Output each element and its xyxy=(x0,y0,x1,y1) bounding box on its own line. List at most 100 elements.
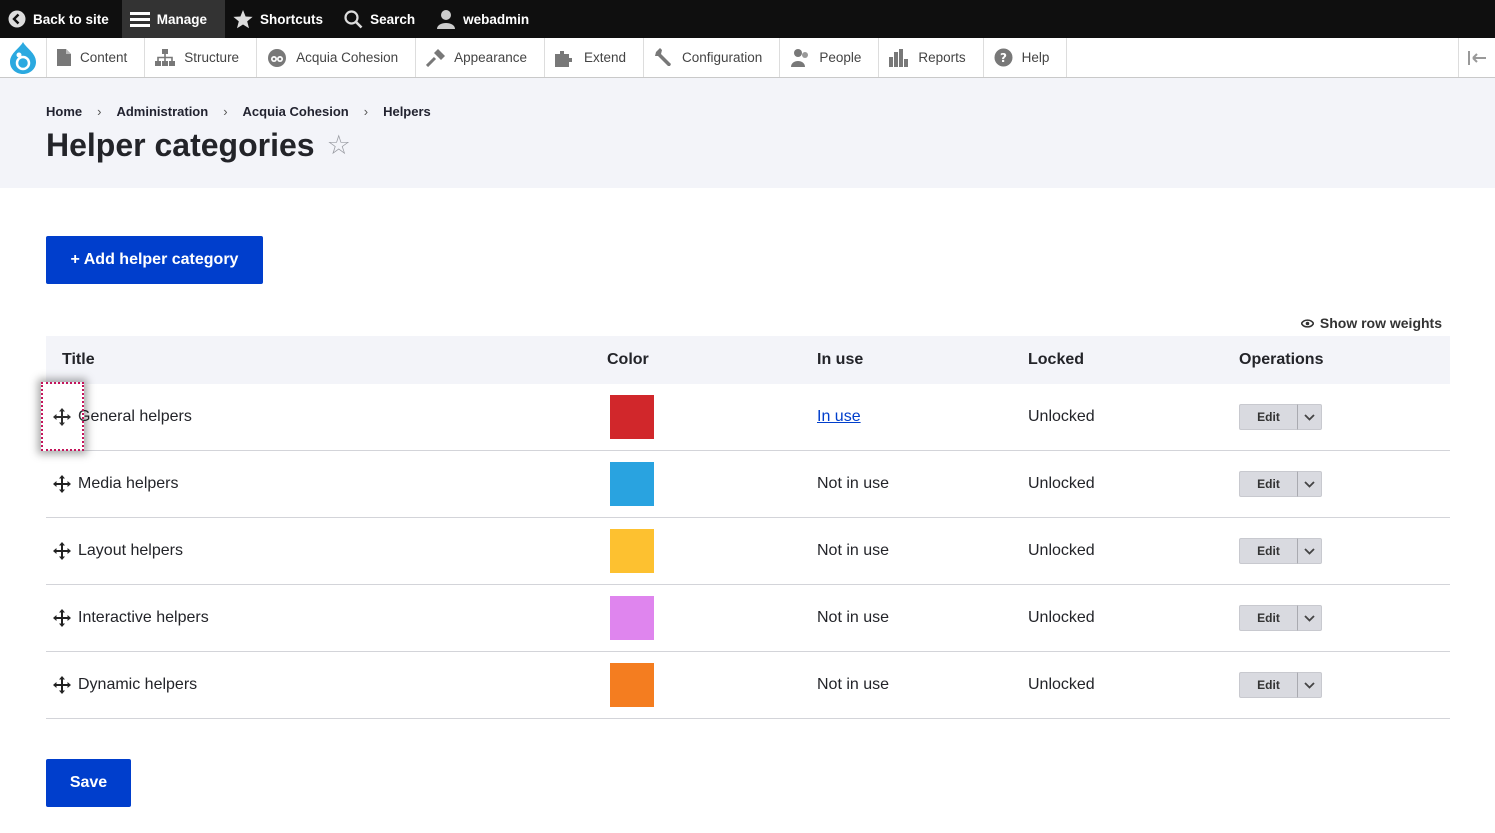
locked-status: Unlocked xyxy=(1028,676,1095,693)
menu-structure[interactable]: Structure xyxy=(145,38,258,77)
edit-button[interactable]: Edit xyxy=(1239,672,1297,698)
user-label: webadmin xyxy=(463,11,530,27)
edit-button[interactable]: Edit xyxy=(1239,538,1297,564)
drag-handle[interactable] xyxy=(52,608,72,628)
operations-toggle-button[interactable] xyxy=(1297,404,1322,430)
drag-handle-icon xyxy=(53,542,71,560)
operations-cell: Edit xyxy=(1239,404,1322,430)
operations-toggle-button[interactable] xyxy=(1297,672,1322,698)
table-row: General helpers In use Unlocked Edit xyxy=(46,384,1450,451)
chevron-down-icon xyxy=(1304,614,1315,622)
in-use-status: Not in use xyxy=(817,542,890,559)
menu-appearance-label: Appearance xyxy=(454,50,527,65)
row-title: Media helpers xyxy=(78,475,179,492)
header-locked: Locked xyxy=(1028,351,1085,368)
show-row-weights-label: Show row weights xyxy=(1319,315,1442,331)
show-row-weights-button[interactable]: Show row weights xyxy=(1300,315,1442,331)
reports-icon xyxy=(889,48,909,67)
eye-icon xyxy=(1300,318,1314,328)
menu-help[interactable]: ? Help xyxy=(984,38,1068,77)
extend-icon xyxy=(554,50,572,67)
operations-cell: Edit xyxy=(1239,538,1322,564)
drag-handle[interactable] xyxy=(52,474,72,494)
breadcrumb-separator: › xyxy=(363,104,369,119)
menu-content[interactable]: Content xyxy=(47,38,146,77)
user-tab[interactable]: webadmin xyxy=(428,0,542,38)
shortcuts-label: Shortcuts xyxy=(260,11,324,27)
drag-handle[interactable] xyxy=(52,541,72,561)
wrench-icon xyxy=(655,48,671,66)
operations-cell: Edit xyxy=(1239,605,1322,631)
back-to-site-link[interactable]: Back to site xyxy=(0,0,122,38)
table-row: Layout helpers Not in use Unlocked Edit xyxy=(46,518,1450,585)
save-button[interactable]: Save xyxy=(46,759,131,807)
tray-collapse-button[interactable] xyxy=(1458,38,1495,77)
search-icon xyxy=(344,9,363,28)
row-title-cell: Layout helpers xyxy=(52,541,183,561)
menu-reports[interactable]: Reports xyxy=(879,38,984,77)
operations-dropbutton: Edit xyxy=(1239,404,1322,430)
row-title: General helpers xyxy=(78,408,192,425)
tray-spacer xyxy=(1067,38,1458,77)
search-label: Search xyxy=(370,11,416,27)
page-title-wrap: Helper categories ☆ xyxy=(46,127,351,164)
menu-configuration-label: Configuration xyxy=(682,50,763,65)
in-use-link[interactable]: In use xyxy=(817,408,861,425)
chevron-down-icon xyxy=(1304,547,1315,555)
table-body: General helpers In use Unlocked Edit Med… xyxy=(46,384,1450,719)
menu-acquia-cohesion-label: Acquia Cohesion xyxy=(296,50,399,65)
in-use-status: Not in use xyxy=(817,475,890,492)
table-header: Title Color In use Locked Operations xyxy=(46,336,1450,384)
table-row: Dynamic helpers Not in use Unlocked Edit xyxy=(46,652,1450,719)
menu-people[interactable]: People xyxy=(780,38,880,77)
breadcrumb-separator: › xyxy=(223,104,228,119)
in-use-cell: In use xyxy=(817,408,861,426)
color-swatch xyxy=(610,529,654,573)
breadcrumb-separator: › xyxy=(97,104,102,119)
menu-acquia-cohesion[interactable]: Acquia Cohesion xyxy=(257,38,417,77)
drag-handle-icon xyxy=(53,676,71,694)
manage-label: Manage xyxy=(156,11,208,27)
chevron-down-icon xyxy=(1304,480,1315,488)
menu-configuration[interactable]: Configuration xyxy=(644,38,781,77)
in-use-cell: Not in use xyxy=(817,676,889,694)
operations-toggle-button[interactable] xyxy=(1297,538,1322,564)
operations-dropbutton: Edit xyxy=(1239,471,1322,497)
operations-toggle-button[interactable] xyxy=(1297,605,1322,631)
header-color: Color xyxy=(607,351,649,368)
menu-extend-label: Extend xyxy=(583,50,626,65)
shortcuts-tab[interactable]: Shortcuts xyxy=(225,0,336,38)
manage-tab[interactable]: Manage xyxy=(121,0,226,38)
search-tab[interactable]: Search xyxy=(336,0,428,38)
add-helper-category-button[interactable]: + Add helper category xyxy=(46,236,263,284)
drupal-logo[interactable] xyxy=(0,38,47,77)
edit-button[interactable]: Edit xyxy=(1239,605,1297,631)
appearance-icon xyxy=(426,48,446,67)
breadcrumb: Home › Administration › Acquia Cohesion … xyxy=(46,104,431,119)
drag-handle[interactable] xyxy=(52,407,72,427)
drag-handle-icon xyxy=(53,609,71,627)
breadcrumb-acquia-cohesion[interactable]: Acquia Cohesion xyxy=(243,104,349,119)
chevron-down-icon xyxy=(1304,413,1315,421)
helper-categories-table: Title Color In use Locked Operations Gen… xyxy=(46,336,1450,719)
locked-status: Unlocked xyxy=(1028,542,1095,559)
in-use-status: Not in use xyxy=(817,676,890,693)
page-header: Home › Administration › Acquia Cohesion … xyxy=(0,78,1495,188)
collapse-arrow-icon xyxy=(1468,50,1486,65)
hamburger-icon xyxy=(129,12,150,27)
breadcrumb-home[interactable]: Home xyxy=(46,104,82,119)
locked-status: Unlocked xyxy=(1028,609,1095,626)
edit-button[interactable]: Edit xyxy=(1239,471,1297,497)
operations-toggle-button[interactable] xyxy=(1297,471,1322,497)
menu-appearance[interactable]: Appearance xyxy=(416,38,545,77)
star-icon xyxy=(233,9,253,28)
shortcut-star-icon[interactable]: ☆ xyxy=(327,130,351,161)
breadcrumb-administration[interactable]: Administration xyxy=(116,104,208,119)
drag-handle[interactable] xyxy=(52,675,72,695)
in-use-cell: Not in use xyxy=(817,542,889,560)
breadcrumb-helpers[interactable]: Helpers xyxy=(383,104,431,119)
locked-status: Unlocked xyxy=(1028,408,1095,425)
menu-extend[interactable]: Extend xyxy=(545,38,644,77)
edit-button[interactable]: Edit xyxy=(1239,404,1297,430)
in-use-cell: Not in use xyxy=(817,475,889,493)
